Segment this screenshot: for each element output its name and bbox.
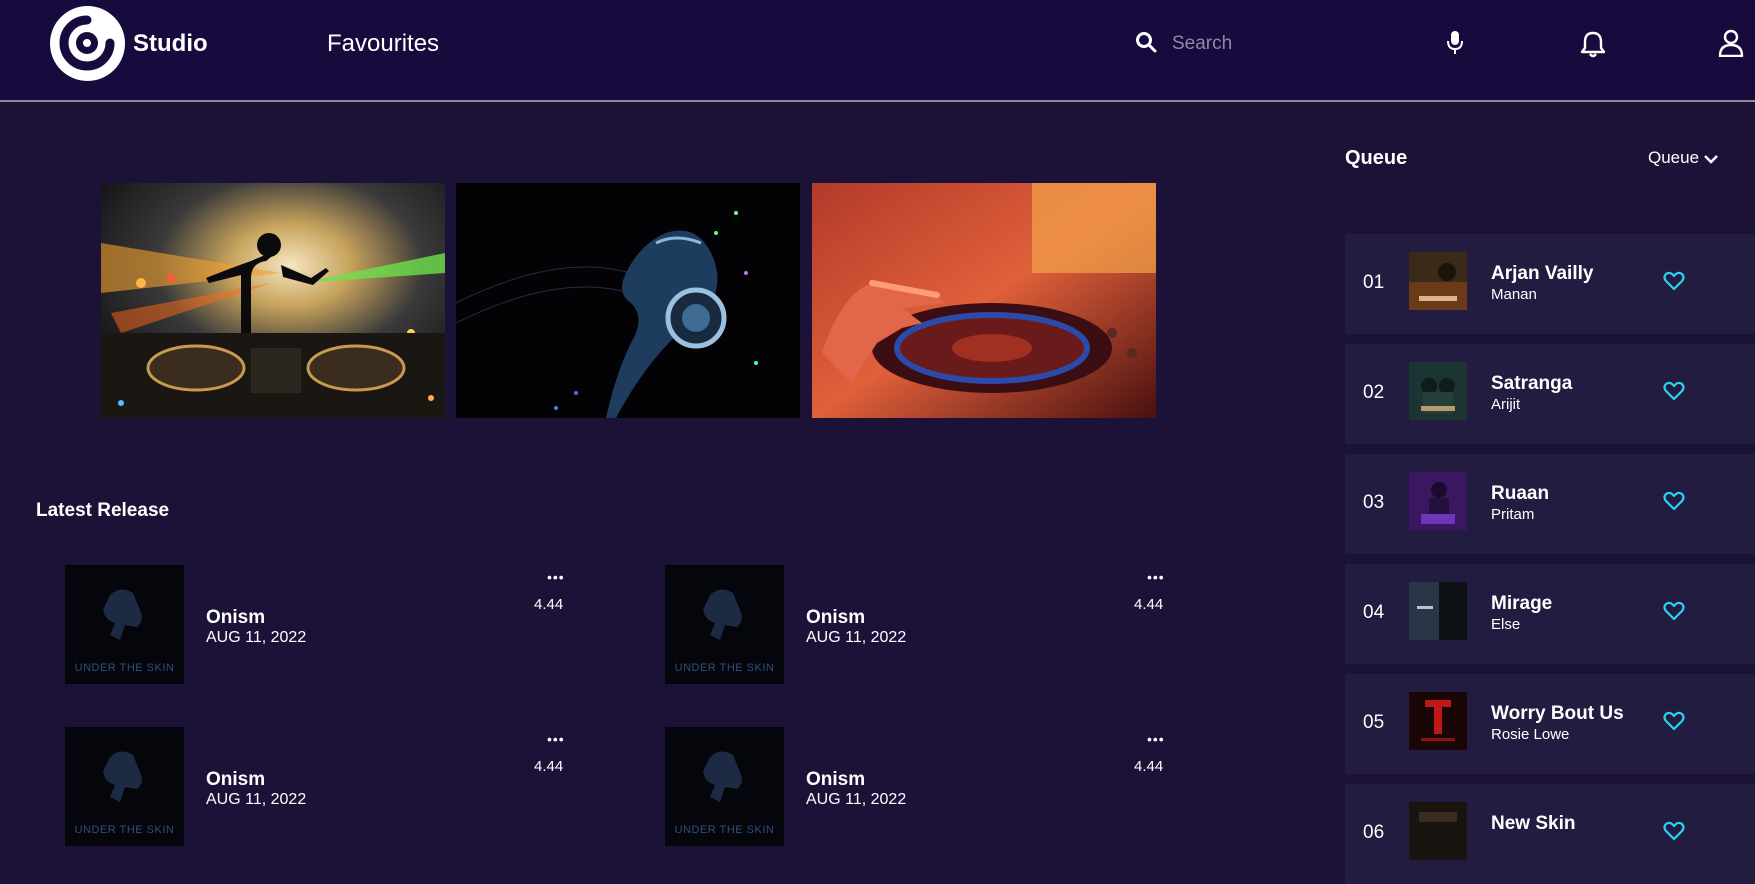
heart-icon[interactable] (1663, 601, 1685, 621)
release-duration: 4.44 (1134, 758, 1164, 775)
release-title: Onism (806, 769, 866, 790)
track-cover (1409, 692, 1467, 750)
album-art-image (1409, 252, 1467, 310)
hero-image-headphones[interactable] (456, 183, 800, 418)
queue-item[interactable]: 05 Worry Bout Us Rosie Lowe (1345, 674, 1755, 774)
cover-text: UNDER THE SKIN (74, 824, 175, 836)
queue-dropdown-label: Queue (1648, 148, 1700, 167)
search-input[interactable] (1170, 28, 1374, 60)
track-artist: Arijit (1491, 396, 1521, 413)
queue-item[interactable]: 02 Satranga Arijit (1345, 344, 1755, 444)
release-title: Onism (206, 769, 266, 790)
notification-bell-icon[interactable] (1580, 30, 1606, 58)
release-card[interactable]: UNDER THE SKIN Onism AUG 11, 2022 ••• 4.… (665, 565, 1185, 685)
track-number: 03 (1363, 492, 1385, 513)
chevron-down-icon (1704, 154, 1718, 164)
more-options-icon[interactable]: ••• (547, 732, 565, 746)
release-duration: 4.44 (534, 596, 564, 613)
release-title: Onism (206, 607, 266, 628)
cover-text: UNDER THE SKIN (674, 662, 775, 674)
release-title: Onism (806, 607, 866, 628)
dj-silhouette-image (101, 183, 445, 418)
release-date: AUG 11, 2022 (806, 629, 907, 646)
release-card[interactable]: UNDER THE SKIN Onism AUG 11, 2022 ••• 4.… (665, 727, 1185, 847)
track-number: 02 (1363, 382, 1385, 403)
release-duration: 4.44 (1134, 596, 1164, 613)
hero-image-turntable[interactable] (812, 183, 1156, 418)
track-cover (1409, 362, 1467, 420)
track-cover (1409, 802, 1467, 860)
track-title: Ruaan (1491, 483, 1550, 504)
more-options-icon[interactable]: ••• (1147, 732, 1165, 746)
album-art-image (1409, 472, 1467, 530)
brand-name: Studio (133, 30, 208, 57)
release-cover: UNDER THE SKIN (65, 727, 184, 846)
queue-item[interactable]: 06 New Skin (1345, 784, 1755, 884)
release-cover: UNDER THE SKIN (65, 565, 184, 684)
cover-text: UNDER THE SKIN (674, 824, 775, 836)
latest-release-heading: Latest Release (36, 500, 170, 521)
more-options-icon[interactable]: ••• (547, 570, 565, 584)
release-card[interactable]: UNDER THE SKIN Onism AUG 11, 2022 ••• 4.… (65, 565, 585, 685)
top-nav-bar: Studio Favourites (0, 0, 1755, 102)
album-art-image (1409, 362, 1467, 420)
queue-dropdown[interactable]: Queue (1648, 148, 1719, 168)
release-cover: UNDER THE SKIN (665, 727, 784, 846)
track-cover (1409, 472, 1467, 530)
album-art-image (1409, 692, 1467, 750)
track-artist: Manan (1491, 286, 1537, 303)
track-number: 01 (1363, 272, 1385, 293)
track-title: Satranga (1491, 373, 1573, 394)
heart-icon[interactable] (1663, 491, 1685, 511)
more-options-icon[interactable]: ••• (1147, 570, 1165, 584)
heart-icon[interactable] (1663, 271, 1685, 291)
heart-icon[interactable] (1663, 711, 1685, 731)
headphones-face-image (456, 183, 800, 418)
heart-icon[interactable] (1663, 381, 1685, 401)
track-cover (1409, 582, 1467, 640)
track-cover (1409, 252, 1467, 310)
track-title: Worry Bout Us (1491, 703, 1624, 724)
logo-icon (59, 15, 115, 71)
track-title: Arjan Vailly (1491, 263, 1594, 284)
queue-item[interactable]: 04 Mirage Else (1345, 564, 1755, 664)
release-cover: UNDER THE SKIN (665, 565, 784, 684)
track-number: 05 (1363, 712, 1385, 733)
search-icon[interactable] (1135, 31, 1157, 53)
release-date: AUG 11, 2022 (806, 791, 907, 808)
microphone-icon[interactable] (1446, 30, 1464, 56)
album-art-image (1409, 582, 1467, 640)
heart-icon[interactable] (1663, 821, 1685, 841)
release-card[interactable]: UNDER THE SKIN Onism AUG 11, 2022 ••• 4.… (65, 727, 585, 847)
queue-item[interactable]: 03 Ruaan Pritam (1345, 454, 1755, 554)
track-number: 06 (1363, 822, 1385, 843)
studio-logo[interactable] (50, 6, 125, 81)
track-number: 04 (1363, 602, 1385, 623)
release-duration: 4.44 (534, 758, 564, 775)
track-artist: Else (1491, 616, 1521, 633)
queue-heading: Queue (1345, 147, 1408, 169)
release-date: AUG 11, 2022 (206, 629, 307, 646)
cover-text: UNDER THE SKIN (74, 662, 175, 674)
track-artist: Pritam (1491, 506, 1535, 523)
track-artist: Rosie Lowe (1491, 726, 1570, 743)
queue-item[interactable]: 01 Arjan Vailly Manan (1345, 234, 1755, 334)
nav-favourites[interactable]: Favourites (327, 30, 439, 58)
turntable-hand-image (812, 183, 1156, 418)
hero-image-dj[interactable] (101, 183, 445, 418)
track-title: Mirage (1491, 593, 1553, 614)
release-date: AUG 11, 2022 (206, 791, 307, 808)
album-art-image (1409, 802, 1467, 860)
user-profile-icon[interactable] (1718, 29, 1744, 57)
